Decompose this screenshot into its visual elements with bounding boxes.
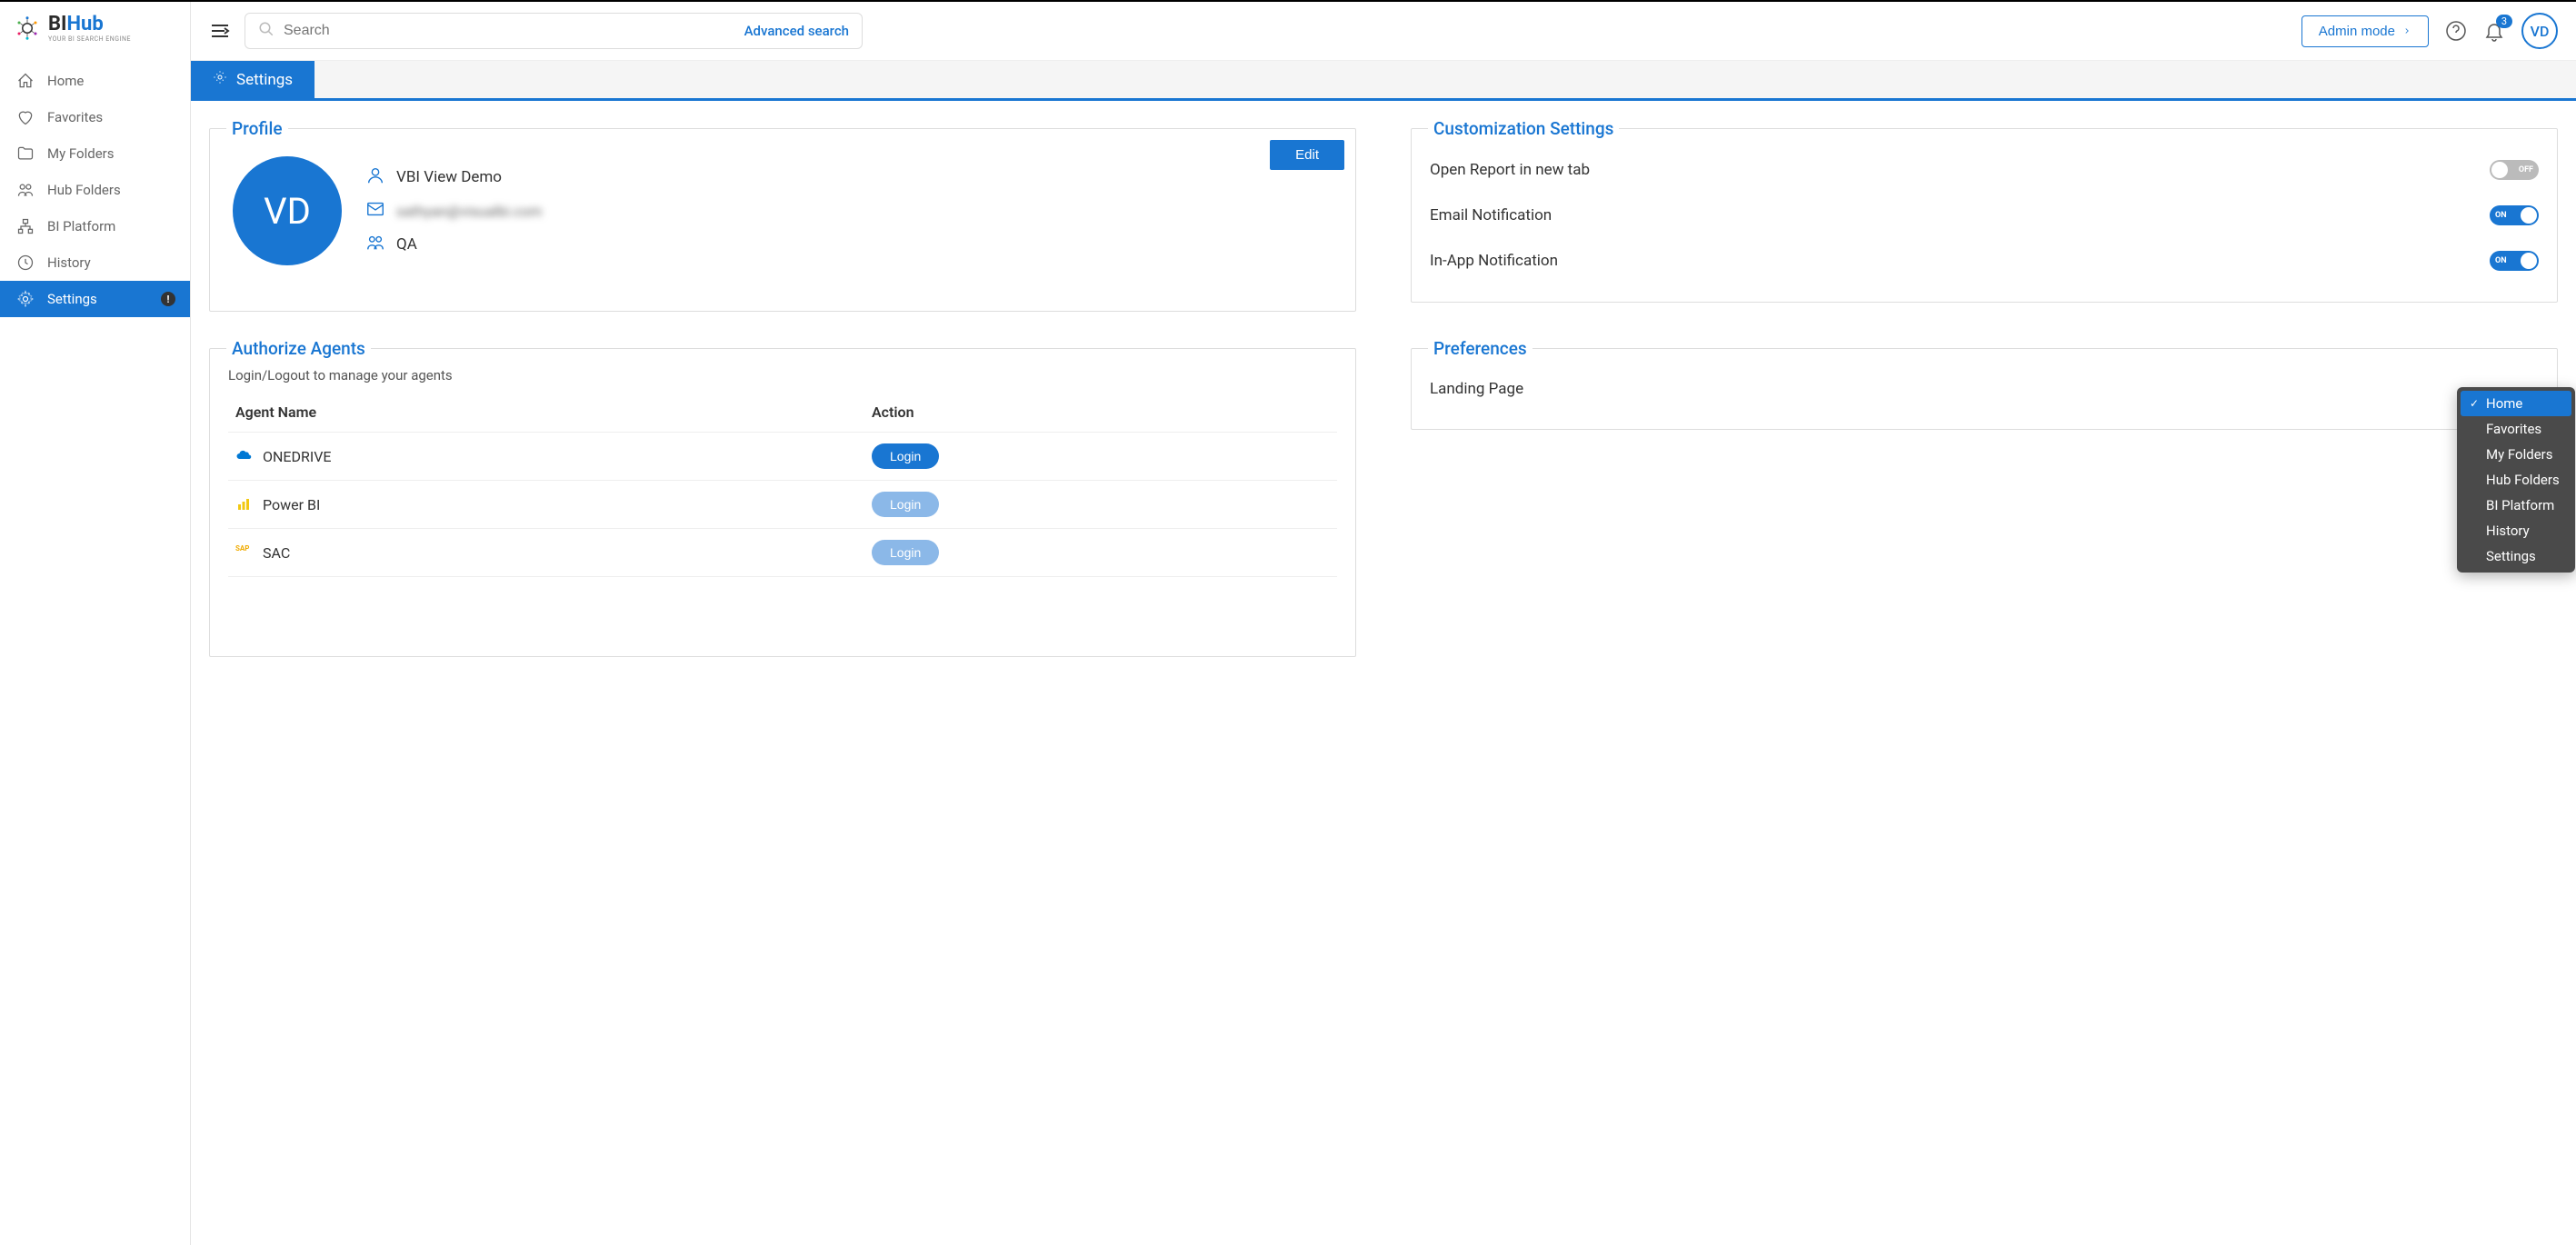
help-icon[interactable] [2445, 20, 2467, 42]
logo-icon [14, 15, 41, 42]
agents-subtitle: Login/Logout to manage your agents [228, 367, 1337, 383]
dropdown-item-hub-folders[interactable]: Hub Folders [2461, 467, 2571, 493]
profile-avatar: VD [233, 156, 342, 265]
logo-text: BIHub [48, 13, 131, 35]
panel-title: Profile [226, 118, 288, 139]
toggle-email-notification[interactable]: ON [2490, 205, 2539, 225]
table-row: Power BI Login [228, 481, 1337, 529]
table-row: SAP SAC Login [228, 529, 1337, 577]
admin-mode-label: Admin mode [2319, 24, 2395, 39]
col-action: Action [864, 393, 1337, 433]
col-agent-name: Agent Name [228, 393, 864, 433]
tab-label: Settings [236, 71, 293, 89]
dropdown-item-history[interactable]: History [2461, 518, 2571, 543]
advanced-search-link[interactable]: Advanced search [744, 23, 849, 39]
preferences-panel: Preferences Landing Page ✓Home Favorites… [1411, 348, 2558, 430]
gear-icon [213, 70, 227, 89]
search-input[interactable] [284, 23, 744, 39]
sidebar-item-settings[interactable]: Settings ! [0, 281, 190, 317]
nav-label: Home [47, 73, 84, 89]
panel-title: Authorize Agents [226, 338, 371, 359]
search-box[interactable]: Advanced search [245, 13, 863, 49]
profile-panel: Profile Edit VD VBI View Demo sathyan@vi… [209, 128, 1356, 312]
avatar[interactable]: VD [2521, 13, 2558, 49]
sidebar-item-hub-folders[interactable]: Hub Folders [0, 172, 190, 208]
check-icon: ✓ [2470, 397, 2481, 410]
agent-name: ONEDRIVE [263, 448, 332, 465]
search-icon [258, 21, 275, 41]
nav-label: BI Platform [47, 218, 115, 234]
gear-icon [16, 290, 35, 308]
nav-label: Settings [47, 291, 97, 307]
toggle-open-new-tab[interactable]: OFF [2490, 160, 2539, 180]
dropdown-item-my-folders[interactable]: My Folders [2461, 442, 2571, 467]
sidebar-item-favorites[interactable]: Favorites [0, 99, 190, 135]
profile-email: sathyan@visualbi.com [396, 203, 542, 220]
folder-icon [16, 144, 35, 163]
mail-icon [365, 199, 385, 224]
people-icon [16, 181, 35, 199]
profile-group: QA [396, 235, 417, 254]
profile-name: VBI View Demo [396, 168, 502, 186]
dropdown-item-home[interactable]: ✓Home [2461, 391, 2571, 416]
login-button[interactable]: Login [872, 492, 939, 517]
table-row: ONEDRIVE Login [228, 433, 1337, 481]
admin-mode-button[interactable]: Admin mode [2301, 15, 2429, 47]
agents-panel: Authorize Agents Login/Logout to manage … [209, 348, 1356, 657]
logo[interactable]: BIHub YOUR BI SEARCH ENGINE [0, 2, 190, 54]
tabbar: Settings [191, 61, 2576, 101]
bell-icon[interactable]: 3 [2483, 20, 2505, 42]
toggle-inapp-notification[interactable]: ON [2490, 251, 2539, 271]
clock-icon [16, 254, 35, 272]
edit-button[interactable]: Edit [1270, 140, 1344, 170]
tab-settings[interactable]: Settings [191, 61, 315, 98]
dropdown-item-settings[interactable]: Settings [2461, 543, 2571, 569]
sidebar-item-my-folders[interactable]: My Folders [0, 135, 190, 172]
sidebar: BIHub YOUR BI SEARCH ENGINE Home Favorit… [0, 2, 191, 1245]
hierarchy-icon [16, 217, 35, 235]
setting-label: In-App Notification [1430, 252, 1558, 270]
nav: Home Favorites My Folders Hub Folders BI… [0, 63, 190, 317]
nav-label: My Folders [47, 145, 115, 162]
sidebar-item-bi-platform[interactable]: BI Platform [0, 208, 190, 244]
panel-title: Preferences [1428, 338, 1533, 359]
dropdown-item-favorites[interactable]: Favorites [2461, 416, 2571, 442]
nav-label: Hub Folders [47, 182, 121, 198]
nav-label: Favorites [47, 109, 103, 125]
agent-name: Power BI [263, 496, 320, 513]
heart-icon [16, 108, 35, 126]
landing-page-dropdown[interactable]: ✓Home Favorites My Folders Hub Folders B… [2457, 387, 2575, 573]
onedrive-icon [235, 448, 252, 464]
home-icon [16, 72, 35, 90]
main: Advanced search Admin mode 3 VD [191, 2, 2576, 1245]
sidebar-item-home[interactable]: Home [0, 63, 190, 99]
agent-name: SAC [263, 544, 290, 562]
chevron-right-icon [2402, 24, 2411, 39]
panel-title: Customization Settings [1428, 118, 1619, 139]
powerbi-icon [235, 496, 252, 513]
menu-toggle-icon[interactable] [209, 20, 231, 42]
setting-label: Email Notification [1430, 206, 1552, 224]
dropdown-item-bi-platform[interactable]: BI Platform [2461, 493, 2571, 518]
group-icon [365, 233, 385, 257]
landing-page-label: Landing Page [1430, 380, 1523, 398]
notification-badge: 3 [2496, 15, 2512, 28]
alert-badge: ! [161, 292, 175, 306]
customization-panel: Customization Settings Open Report in ne… [1411, 128, 2558, 303]
header: Advanced search Admin mode 3 VD [191, 2, 2576, 61]
login-button[interactable]: Login [872, 540, 939, 565]
sap-icon: SAP [235, 544, 252, 561]
nav-label: History [47, 254, 91, 271]
login-button[interactable]: Login [872, 443, 939, 469]
logo-subtitle: YOUR BI SEARCH ENGINE [48, 35, 131, 43]
setting-label: Open Report in new tab [1430, 161, 1590, 179]
user-icon [365, 165, 385, 190]
sidebar-item-history[interactable]: History [0, 244, 190, 281]
